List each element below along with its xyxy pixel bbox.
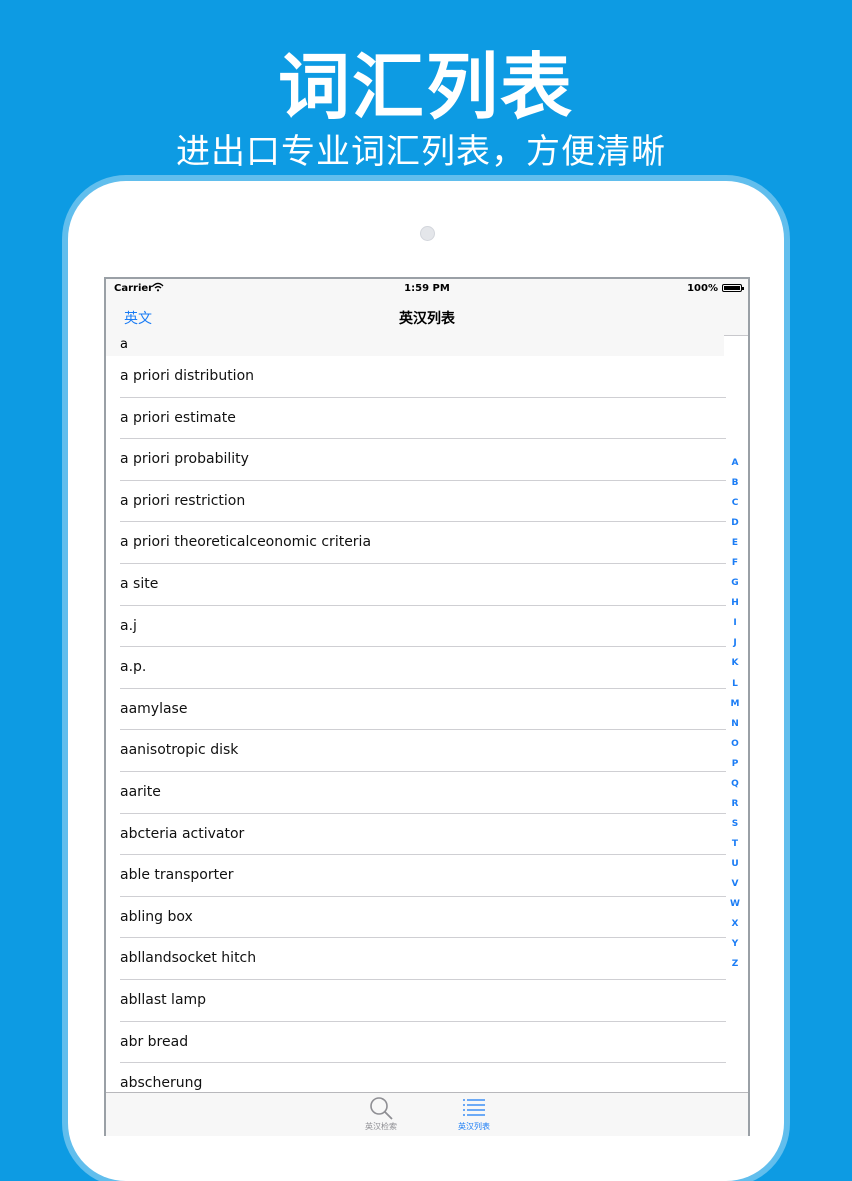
list-item-label: a priori estimate [120, 409, 236, 426]
index-letter-w[interactable]: W [728, 899, 742, 919]
index-letter-h[interactable]: H [728, 598, 742, 618]
index-letter-b[interactable]: B [728, 478, 742, 498]
list-item-label: abcteria activator [120, 825, 245, 842]
list-item-label: a priori restriction [120, 492, 246, 509]
list-item[interactable]: abcteria activator [120, 814, 726, 856]
index-letter-d[interactable]: D [728, 518, 742, 538]
list-item-label: aarite [120, 783, 161, 800]
list-icon [444, 1095, 504, 1121]
list-item-label: aamylase [120, 700, 188, 717]
list-item-label: abllandsocket hitch [120, 950, 257, 967]
index-letter-x[interactable]: X [728, 919, 742, 939]
list-item[interactable]: aamylase [120, 689, 726, 731]
list-item-label: aanisotropic disk [120, 742, 239, 759]
list-item-label: a site [120, 575, 159, 592]
index-letter-j[interactable]: J [728, 638, 742, 658]
list-item-label: abling box [120, 908, 193, 925]
battery-percent: 100% [687, 283, 718, 294]
list-item[interactable]: a priori estimate [120, 398, 726, 440]
list-item[interactable]: a.p. [120, 647, 726, 689]
index-letter-y[interactable]: Y [728, 939, 742, 959]
tab-search-label: 英汉检索 [365, 1122, 397, 1131]
list-item-label: a.p. [120, 659, 147, 676]
index-letter-s[interactable]: S [728, 819, 742, 839]
list-item-label: abscherung [120, 1075, 203, 1092]
alphabet-index: ABCDEFGHIJKLMNOPQRSTUVWXYZ [728, 458, 742, 979]
status-time: 1:59 PM [404, 283, 450, 294]
list-item-label: a priori theoreticalceonomic criteria [120, 534, 372, 551]
battery-icon [722, 284, 744, 292]
index-letter-f[interactable]: F [728, 558, 742, 578]
index-letter-p[interactable]: P [728, 759, 742, 779]
list-item[interactable]: a priori distribution [120, 356, 726, 398]
index-letter-q[interactable]: Q [728, 779, 742, 799]
index-letter-o[interactable]: O [728, 739, 742, 759]
index-letter-m[interactable]: M [728, 699, 742, 719]
camera-dot [420, 226, 435, 241]
list-item[interactable]: a site [120, 564, 726, 606]
word-list: a priori distribution a priori estimate a … [106, 356, 726, 1105]
tab-list[interactable]: 英汉列表 [444, 1095, 504, 1132]
list-item[interactable]: aarite [120, 772, 726, 814]
list-item[interactable]: abr bread [120, 1022, 726, 1064]
index-letter-g[interactable]: G [728, 578, 742, 598]
index-letter-a[interactable]: A [728, 458, 742, 478]
index-letter-z[interactable]: Z [728, 959, 742, 979]
magnifier-icon [351, 1095, 411, 1121]
section-header: a [106, 335, 724, 356]
index-letter-e[interactable]: E [728, 538, 742, 558]
section-header-label: a [120, 337, 128, 352]
list-item[interactable]: aanisotropic disk [120, 730, 726, 772]
tab-bar: 英汉检索 英汉列表 [106, 1092, 748, 1136]
index-letter-i[interactable]: I [728, 618, 742, 638]
list-item[interactable]: abllandsocket hitch [120, 938, 726, 980]
list-item[interactable]: abling box [120, 897, 726, 939]
list-item[interactable]: a.j [120, 606, 726, 648]
navigation-bar: 英文 英汉列表 [106, 299, 748, 336]
page-title: 英汉列表 [399, 311, 455, 327]
list-item-label: abllast lamp [120, 991, 207, 1008]
list-item[interactable]: abllast lamp [120, 980, 726, 1022]
index-letter-u[interactable]: U [728, 859, 742, 879]
status-bar: Carrier 1:59 PM 100% [106, 279, 748, 299]
promo-headline: 词汇列表 [277, 44, 574, 129]
list-item[interactable]: a priori restriction [120, 481, 726, 523]
list-item[interactable]: a priori probability [120, 439, 726, 481]
list-item-label: a priori distribution [120, 368, 255, 384]
tab-list-label: 英汉列表 [458, 1122, 490, 1131]
index-letter-k[interactable]: K [728, 658, 742, 678]
promo-subline: 进出口专业词汇列表，方便清晰 [176, 132, 666, 172]
app-screen: Carrier 1:59 PM 100% 英文 英汉列表 a a priori … [104, 277, 750, 1136]
list-item-label: a priori probability [120, 451, 249, 468]
list-item[interactable]: a priori theoreticalceonomic criteria [120, 522, 726, 564]
list-item-label: able transporter [120, 867, 234, 884]
index-letter-l[interactable]: L [728, 679, 742, 699]
index-letter-r[interactable]: R [728, 799, 742, 819]
index-letter-c[interactable]: C [728, 498, 742, 518]
list-item[interactable]: able transporter [120, 855, 726, 897]
index-letter-v[interactable]: V [728, 879, 742, 899]
list-item-label: a.j [120, 617, 137, 634]
index-letter-t[interactable]: T [728, 839, 742, 859]
index-letter-n[interactable]: N [728, 719, 742, 739]
tab-search[interactable]: 英汉检索 [351, 1095, 411, 1132]
list-item-label: abr bread [120, 1033, 189, 1050]
